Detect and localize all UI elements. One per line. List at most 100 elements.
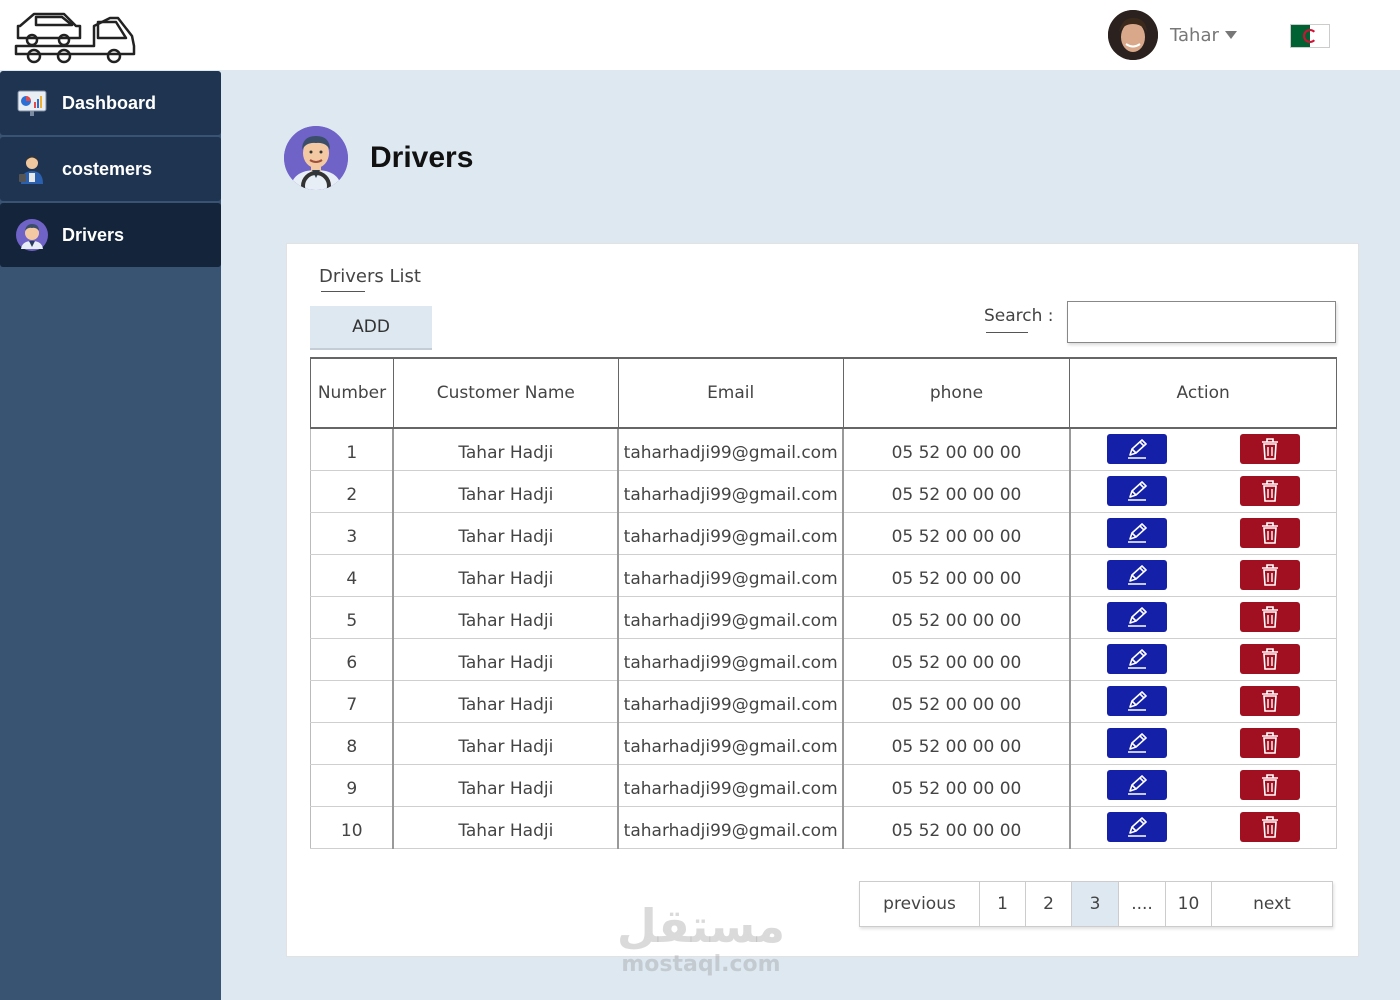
cell-action [1068, 469, 1337, 513]
drivers-table: Number Customer Name Email phone Action … [310, 357, 1337, 849]
delete-button[interactable] [1239, 644, 1300, 674]
cell-phone: 05 52 00 00 00 [842, 553, 1071, 597]
cell-number: 7 [310, 679, 394, 723]
page-title: Drivers [370, 141, 474, 174]
sidebar-item-drivers[interactable]: Drivers [0, 203, 221, 267]
cell-name: Tahar Hadji [392, 721, 619, 765]
sidebar-item-label: Dashboard [62, 92, 157, 113]
cell-action [1068, 637, 1337, 681]
cell-email: taharhadji99@gmail.com [617, 553, 844, 597]
page-button-3-current[interactable]: 3 [1072, 882, 1119, 926]
delete-button[interactable] [1239, 686, 1300, 716]
table-row: 7 Tahar Hadji taharhadji99@gmail.com 05 52 … [310, 679, 1337, 723]
edit-button[interactable] [1107, 812, 1168, 842]
table-header-row: Number Customer Name Email phone Action [310, 357, 1337, 429]
cell-number: 6 [310, 637, 394, 681]
edit-button[interactable] [1107, 728, 1168, 758]
column-header-number[interactable]: Number [310, 357, 394, 429]
cell-action [1068, 721, 1337, 765]
cell-email: taharhadji99@gmail.com [617, 637, 844, 681]
column-header-email[interactable]: Email [617, 357, 844, 429]
cell-name: Tahar Hadji [392, 637, 619, 681]
table-row: 3 Tahar Hadji taharhadji99@gmail.com 05 52 … [310, 511, 1337, 555]
page-button-2[interactable]: 2 [1026, 882, 1072, 926]
cell-email: taharhadji99@gmail.com [617, 427, 844, 471]
trash-icon [1261, 480, 1279, 502]
title-underline [321, 291, 365, 292]
edit-button[interactable] [1107, 434, 1168, 465]
top-bar: Tahar [0, 0, 1400, 70]
cell-name: Tahar Hadji [392, 553, 619, 597]
cell-phone: 05 52 00 00 00 [842, 763, 1071, 807]
tow-truck-logo[interactable] [14, 8, 138, 64]
search-label-underline [986, 332, 1028, 333]
cell-name: Tahar Hadji [392, 805, 619, 849]
cell-phone: 05 52 00 00 00 [842, 469, 1071, 513]
edit-button[interactable] [1107, 602, 1168, 632]
page-header: Drivers [284, 126, 473, 190]
trash-icon [1261, 648, 1279, 670]
trash-icon [1261, 816, 1279, 838]
user-menu[interactable]: Tahar [1108, 10, 1237, 60]
cell-phone: 05 52 00 00 00 [842, 721, 1071, 765]
edit-button[interactable] [1107, 476, 1168, 506]
cell-action [1068, 595, 1337, 639]
delete-button[interactable] [1239, 812, 1300, 842]
search-input[interactable] [1067, 301, 1336, 343]
cell-phone: 05 52 00 00 00 [842, 427, 1071, 471]
page-button-10[interactable]: 10 [1166, 882, 1212, 926]
cell-email: taharhadji99@gmail.com [617, 595, 844, 639]
trash-icon [1261, 564, 1279, 586]
cell-name: Tahar Hadji [392, 679, 619, 723]
delete-button[interactable] [1239, 560, 1300, 590]
cell-number: 4 [310, 553, 394, 597]
algeria-flag-icon[interactable] [1290, 24, 1330, 48]
pencil-icon [1125, 648, 1149, 670]
cell-email: taharhadji99@gmail.com [617, 679, 844, 723]
next-button[interactable]: next [1212, 882, 1332, 926]
chevron-down-icon [1224, 31, 1237, 39]
previous-button[interactable]: previous [860, 882, 980, 926]
trash-icon [1261, 522, 1279, 544]
delete-button[interactable] [1239, 602, 1300, 632]
table-row: 4 Tahar Hadji taharhadji99@gmail.com 05 52 … [310, 553, 1337, 597]
pencil-icon [1125, 816, 1149, 838]
delete-button[interactable] [1239, 728, 1300, 758]
pencil-icon [1125, 774, 1149, 796]
user-name: Tahar [1170, 24, 1219, 46]
sidebar-item-costemers[interactable]: costemers [0, 137, 221, 201]
pencil-icon [1125, 732, 1149, 754]
cell-name: Tahar Hadji [392, 469, 619, 513]
cell-email: taharhadji99@gmail.com [617, 511, 844, 555]
avatar [1108, 10, 1158, 60]
delete-button[interactable] [1239, 518, 1300, 548]
edit-button[interactable] [1107, 686, 1168, 716]
drivers-list-card: Drivers List ADD Search : Number Custome… [286, 243, 1359, 957]
cell-number: 8 [310, 721, 394, 765]
edit-button[interactable] [1107, 770, 1168, 800]
driver-icon [16, 219, 48, 251]
delete-button[interactable] [1239, 476, 1300, 506]
page-button-1[interactable]: 1 [980, 882, 1026, 926]
cell-number: 1 [310, 427, 394, 471]
table-row: 8 Tahar Hadji taharhadji99@gmail.com 05 52 … [310, 721, 1337, 765]
cell-action [1068, 763, 1337, 807]
sidebar-item-dashboard[interactable]: Dashboard [0, 71, 221, 135]
delete-button[interactable] [1239, 434, 1300, 465]
cell-number: 3 [310, 511, 394, 555]
edit-button[interactable] [1107, 518, 1168, 548]
cell-name: Tahar Hadji [392, 511, 619, 555]
column-header-phone[interactable]: phone [842, 357, 1071, 429]
sidebar-item-label: costemers [62, 158, 153, 179]
pencil-icon [1125, 438, 1149, 460]
edit-button[interactable] [1107, 560, 1168, 590]
add-button[interactable]: ADD [310, 306, 432, 350]
delete-button[interactable] [1239, 770, 1300, 800]
column-header-name[interactable]: Customer Name [392, 357, 619, 429]
edit-button[interactable] [1107, 644, 1168, 674]
cell-number: 10 [310, 805, 394, 849]
cell-name: Tahar Hadji [392, 427, 619, 471]
cell-phone: 05 52 00 00 00 [842, 805, 1071, 849]
cell-action [1068, 511, 1337, 555]
table-row: 10 Tahar Hadji taharhadji99@gmail.com 05 52… [310, 805, 1337, 849]
